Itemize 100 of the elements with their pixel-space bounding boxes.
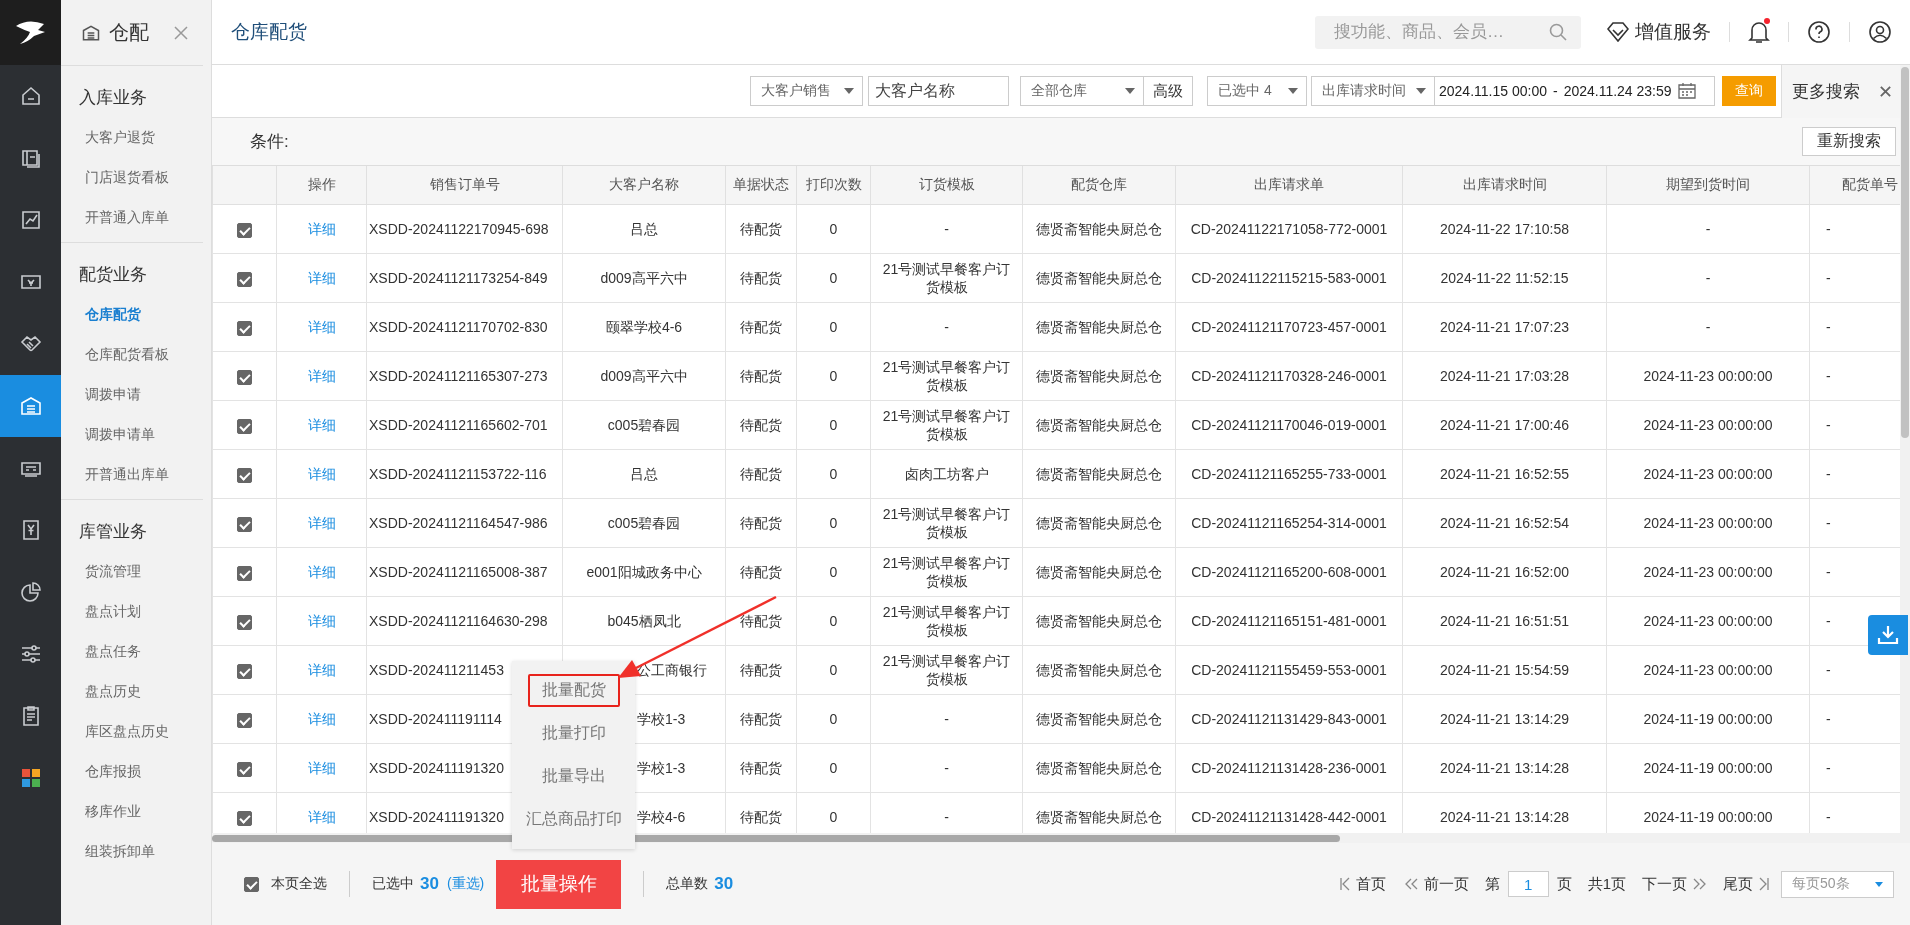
sidebar-item[interactable]: 仓库配货看板 xyxy=(61,346,169,364)
value-service-link[interactable]: 增值服务 xyxy=(1635,19,1711,45)
detail-link[interactable]: 详细 xyxy=(307,564,336,580)
detail-link[interactable]: 详细 xyxy=(307,662,336,678)
table-cell: 德贤斋智能央厨总仓 xyxy=(1022,645,1176,695)
table-cell: 待配货 xyxy=(725,596,797,646)
table-cell: XSDD-20241121153722-116 xyxy=(366,449,563,499)
research-button[interactable]: 重新搜索 xyxy=(1802,127,1896,156)
table-cell: d009高平六中 xyxy=(562,351,726,401)
table-cell: b045栖凤北 xyxy=(562,596,726,646)
status-select[interactable]: 已选中 4 xyxy=(1207,76,1307,106)
detail-link[interactable]: 详细 xyxy=(307,760,336,776)
batch-operation-button[interactable]: 批量操作 xyxy=(496,859,622,909)
page-number-field[interactable]: 1 xyxy=(1507,871,1549,897)
detail-link[interactable]: 详细 xyxy=(307,417,336,433)
table-cell: 德贤斋智能央厨总仓 xyxy=(1022,498,1176,548)
sales-type-select[interactable]: 大客户销售 xyxy=(750,76,863,106)
detail-link[interactable]: 详细 xyxy=(307,319,336,335)
table-cell: 卤肉工坊客户 xyxy=(870,449,1023,499)
sidebar-item[interactable]: 仓库配货 xyxy=(61,306,141,324)
customer-name-field[interactable]: 大客户名称 xyxy=(868,76,1009,106)
checkbox[interactable] xyxy=(237,761,252,777)
page-size-select[interactable]: 每页50条 xyxy=(1781,870,1894,898)
checkbox[interactable] xyxy=(237,712,252,728)
table-cell: XSDD-20241121173254-849 xyxy=(366,253,563,303)
table-cell: - xyxy=(870,694,1023,744)
scrollbar-thumb[interactable] xyxy=(1901,67,1909,438)
selected-count: 30 xyxy=(420,874,439,894)
table-cell: d009高平六中 xyxy=(562,253,726,303)
table-cell: 待配货 xyxy=(725,204,797,254)
first-page-link[interactable]: 首页 xyxy=(1355,874,1386,894)
warehouse-select[interactable]: 全部仓库 xyxy=(1020,76,1144,106)
checkbox[interactable] xyxy=(237,516,252,532)
sidebar-item[interactable]: 盘点计划 xyxy=(61,603,141,621)
bell-icon[interactable] xyxy=(1748,20,1770,44)
close-icon[interactable] xyxy=(173,24,189,41)
user-icon[interactable] xyxy=(1868,20,1892,44)
column-header: 配货单号 xyxy=(1809,166,1900,205)
pie-chart-icon[interactable] xyxy=(18,580,43,604)
download-button[interactable] xyxy=(1868,615,1908,655)
menu-item[interactable]: 汇总商品打印 xyxy=(513,803,634,836)
reselect-link[interactable]: (重选) xyxy=(446,875,485,893)
menu-item[interactable]: 批量配货 xyxy=(527,674,620,707)
help-icon[interactable] xyxy=(1807,20,1831,44)
detail-link[interactable]: 详细 xyxy=(307,613,336,629)
double-left-icon xyxy=(1403,878,1418,890)
table-cell: 2024-11-21 16:51:51 xyxy=(1402,596,1607,646)
diamond-icon[interactable] xyxy=(1607,22,1629,42)
sidebar-item[interactable]: 组装拆卸单 xyxy=(61,843,155,861)
sidebar-item[interactable]: 大客户退货 xyxy=(61,129,155,147)
time-field-select[interactable]: 出库请求时间 xyxy=(1311,76,1435,106)
checkbox[interactable] xyxy=(237,810,252,826)
total-pages: 共1页 xyxy=(1587,874,1626,894)
detail-link[interactable]: 详细 xyxy=(307,466,336,482)
sidebar-item[interactable]: 盘点任务 xyxy=(61,643,141,661)
sidebar-item[interactable]: 调拨申请 xyxy=(61,386,141,404)
sidebar-item[interactable]: 库区盘点历史 xyxy=(61,723,169,741)
checkbox[interactable] xyxy=(237,222,252,238)
checkbox[interactable] xyxy=(237,369,252,385)
table-cell: e001阳城政务中心 xyxy=(562,547,726,597)
close-icon[interactable] xyxy=(1879,84,1892,98)
sidebar-item[interactable]: 门店退货看板 xyxy=(61,169,169,187)
table-cell: 0 xyxy=(796,204,871,254)
checkbox[interactable] xyxy=(237,663,252,679)
sidebar-item[interactable]: 盘点历史 xyxy=(61,683,141,701)
detail-link[interactable]: 详细 xyxy=(307,809,336,825)
sidebar-item[interactable]: 开普通入库单 xyxy=(61,209,169,227)
next-page-link[interactable]: 下一页 xyxy=(1642,874,1687,894)
more-search-tab[interactable]: 更多搜索 xyxy=(1781,64,1900,118)
detail-link[interactable]: 详细 xyxy=(307,515,336,531)
checkbox[interactable] xyxy=(244,876,259,892)
table-cell: 2024-11-21 17:00:46 xyxy=(1402,400,1607,450)
detail-link[interactable]: 详细 xyxy=(307,711,336,727)
last-page-link[interactable]: 尾页 xyxy=(1723,874,1753,894)
checkbox[interactable] xyxy=(237,271,252,287)
sidebar-item[interactable]: 调拨申请单 xyxy=(61,426,155,444)
prev-page-link[interactable]: 前一页 xyxy=(1423,874,1469,894)
table-cell: 0 xyxy=(796,253,871,303)
checkbox[interactable] xyxy=(237,418,252,434)
sidebar-item[interactable]: 仓库报损 xyxy=(61,763,141,781)
table-cell: 德贤斋智能央厨总仓 xyxy=(1022,596,1176,646)
sidebar-item[interactable]: 开普通出库单 xyxy=(61,466,169,484)
date-range-field[interactable]: 2024.11.15 00:00 - 2024.11.24 23:59 xyxy=(1435,76,1715,106)
table-cell: 0 xyxy=(796,596,871,646)
detail-link[interactable]: 详细 xyxy=(307,270,336,286)
checkbox[interactable] xyxy=(237,467,252,483)
advanced-button[interactable]: 高级 xyxy=(1144,76,1193,106)
sidebar-item[interactable]: 移库作业 xyxy=(61,803,141,821)
table-cell: 2024-11-21 17:03:28 xyxy=(1402,351,1607,401)
checkbox[interactable] xyxy=(237,565,252,581)
table-cell: 德贤斋智能央厨总仓 xyxy=(1022,449,1176,499)
search-field[interactable]: 搜功能、商品、会员… xyxy=(1315,15,1581,49)
checkbox[interactable] xyxy=(237,614,252,630)
table-cell: 德贤斋智能央厨总仓 xyxy=(1022,743,1176,793)
warehouse-icon[interactable] xyxy=(18,394,43,418)
detail-link[interactable]: 详细 xyxy=(307,221,336,237)
sidebar-item[interactable]: 货流管理 xyxy=(61,563,141,581)
checkbox[interactable] xyxy=(237,320,252,336)
detail-link[interactable]: 详细 xyxy=(307,368,336,384)
table-cell: 待配货 xyxy=(725,547,797,597)
